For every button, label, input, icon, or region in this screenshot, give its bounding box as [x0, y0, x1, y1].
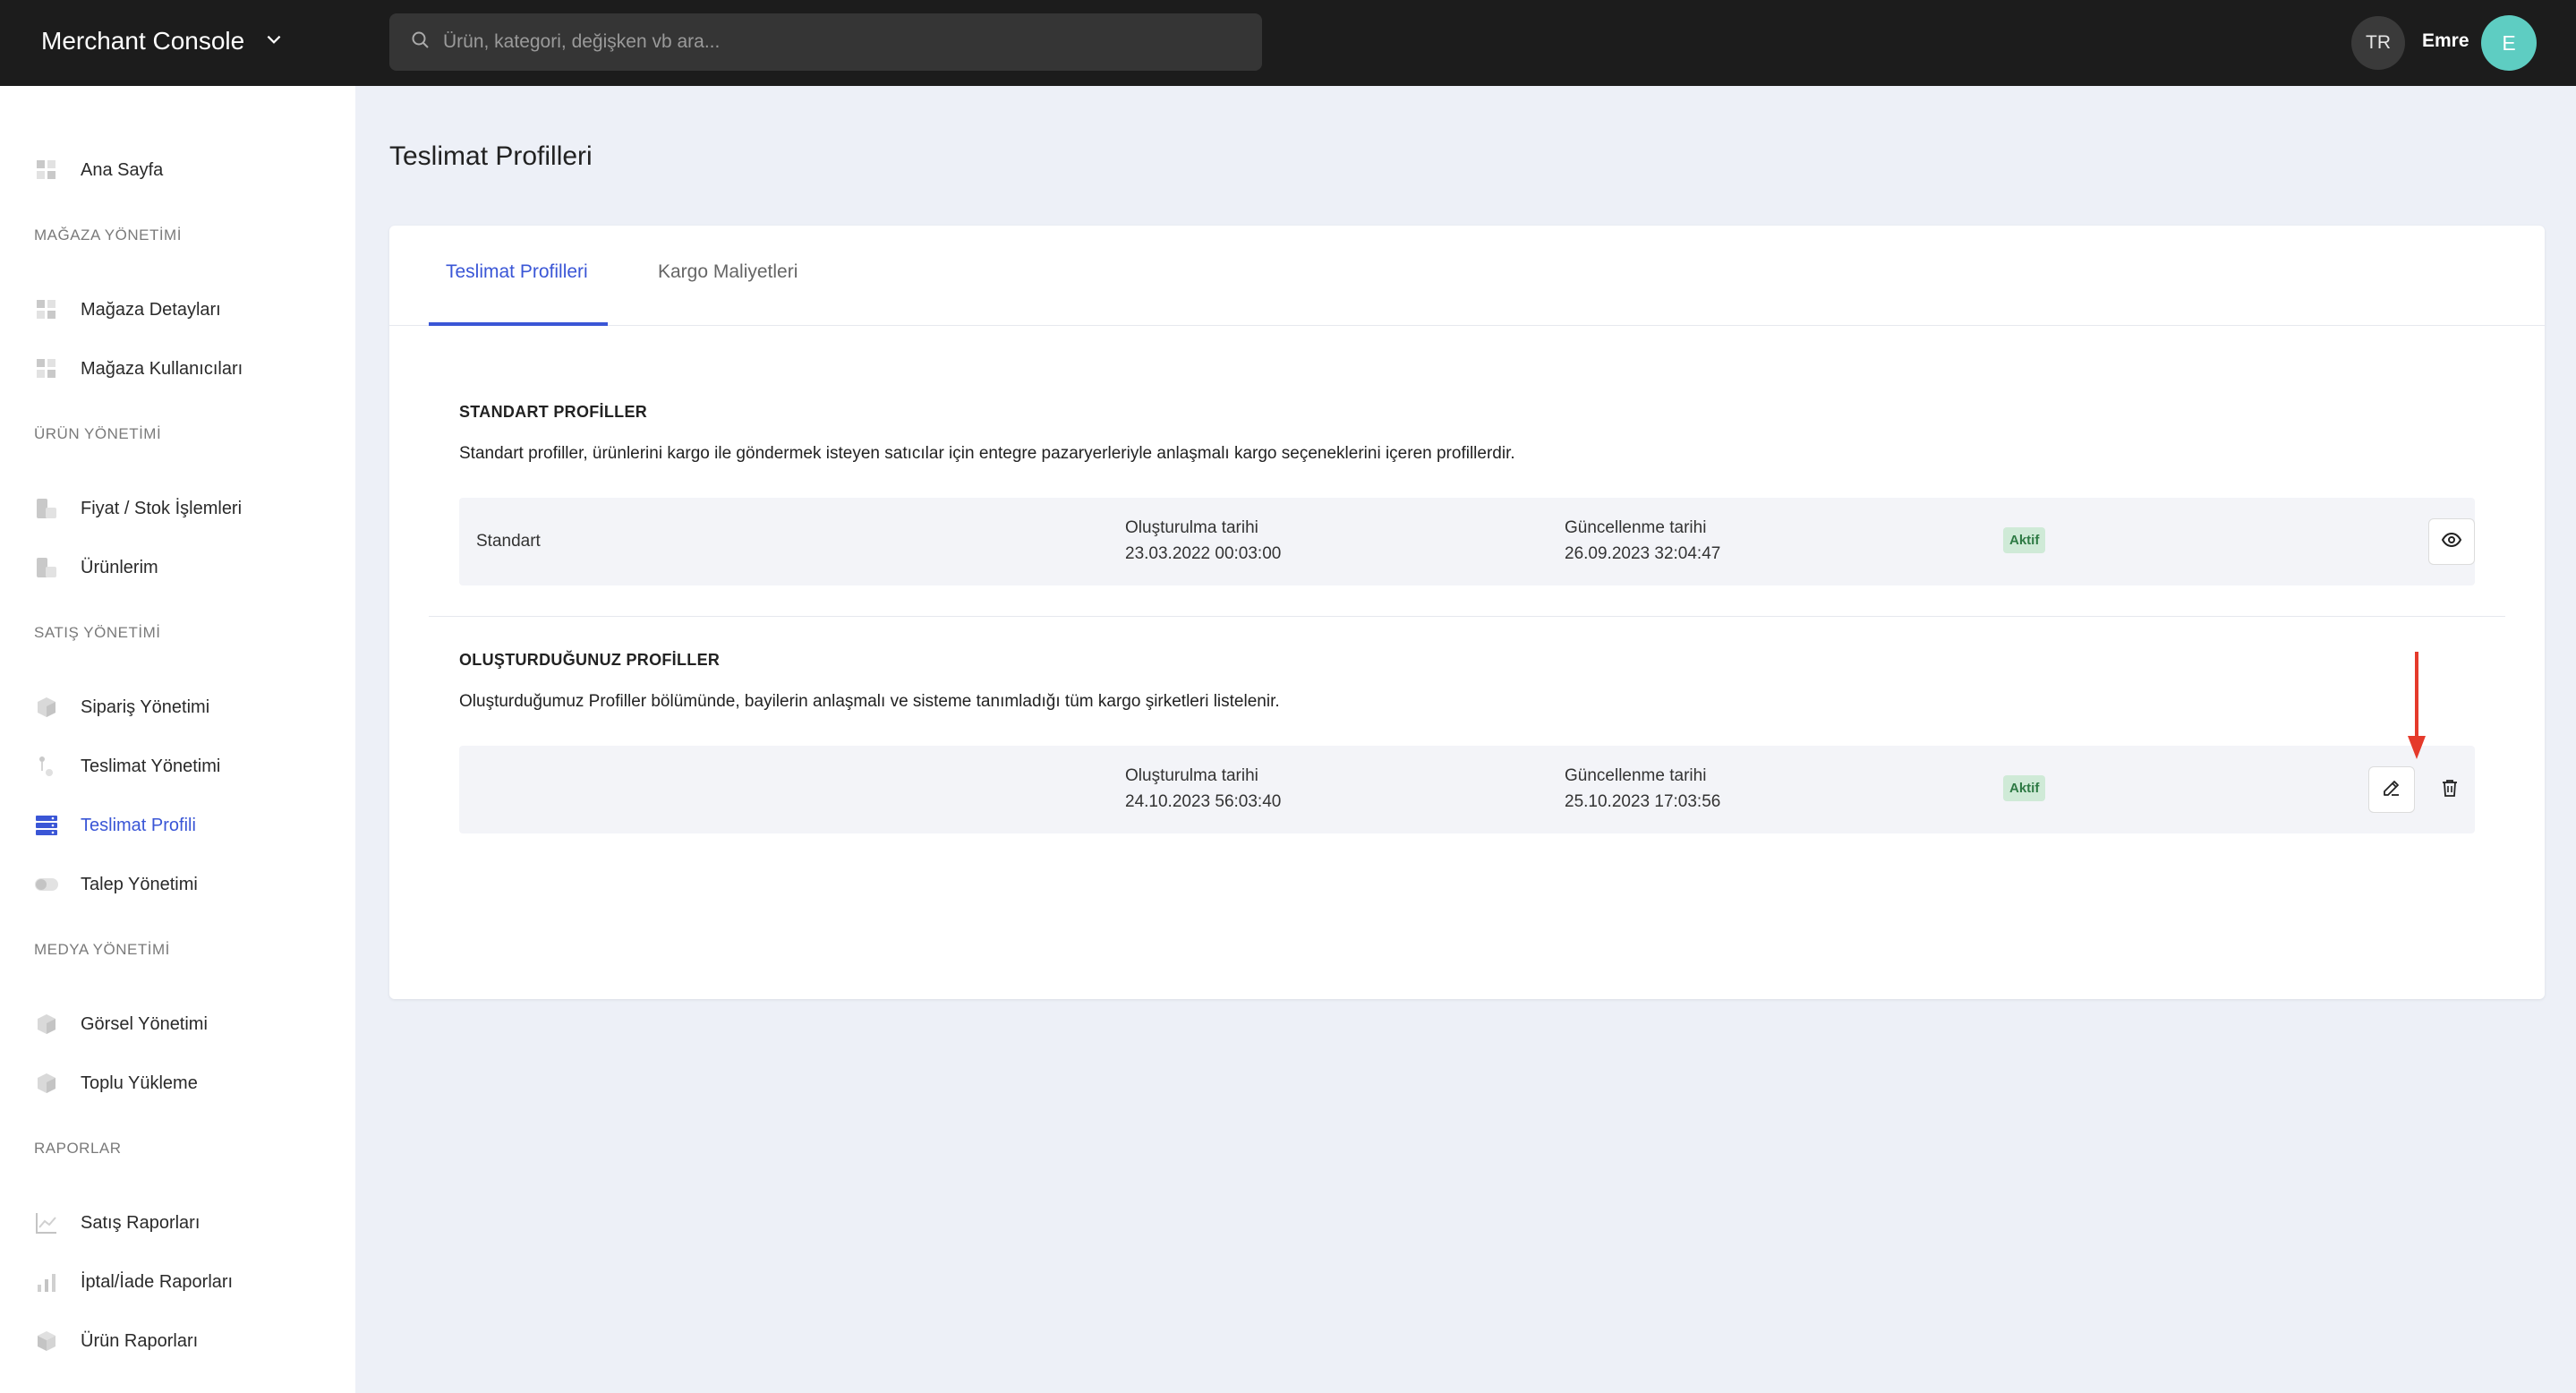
section-title-media: MEDYA YÖNETİMİ [34, 941, 170, 958]
page-title: Teslimat Profilleri [389, 141, 593, 171]
profile-name: Standart [476, 532, 541, 551]
edit-button[interactable] [2368, 766, 2415, 813]
status-badge: Aktif [2003, 775, 2046, 801]
sidebar-item-home[interactable]: Ana Sayfa [34, 152, 163, 188]
tag-icon [34, 496, 59, 521]
updated-date-label: Güncellenme tarihi [1565, 766, 1707, 785]
sidebar-item-images[interactable]: Görsel Yönetimi [34, 1006, 208, 1042]
search-icon [411, 30, 431, 55]
tab-cargo-costs[interactable]: Kargo Maliyetleri [658, 261, 798, 283]
created-date-label: Oluşturulma tarihi [1125, 766, 1258, 785]
app-switcher[interactable]: Merchant Console [41, 27, 284, 56]
standard-profile-row: Standart Oluşturulma tarihi 23.03.2022 0… [459, 498, 2475, 585]
sidebar-item-requests[interactable]: Talep Yönetimi [34, 867, 198, 902]
sidebar-item-label: Ürün Raporları [81, 1330, 199, 1351]
sidebar-item-label: Teslimat Yönetimi [81, 756, 221, 776]
toggle-icon [34, 872, 59, 897]
updated-date-value: 25.10.2023 17:03:56 [1565, 792, 1721, 811]
sidebar-item-label: Ürünlerim [81, 557, 158, 577]
sidebar-item-label: Talep Yönetimi [81, 874, 198, 894]
sidebar-item-price-stock[interactable]: Fiyat / Stok İşlemleri [34, 491, 242, 526]
box-icon [34, 695, 59, 720]
section-title-sales: SATIŞ YÖNETİMİ [34, 624, 161, 641]
status-badge: Aktif [2003, 527, 2046, 553]
sidebar-item-label: Ana Sayfa [81, 159, 164, 180]
sidebar-item-delivery-management[interactable]: Teslimat Yönetimi [34, 748, 220, 784]
sidebar-item-label: İptal/İade Raporları [81, 1271, 234, 1292]
trash-icon [2439, 777, 2461, 803]
tab-delivery-profiles[interactable]: Teslimat Profilleri [446, 261, 588, 283]
sidebar-item-orders[interactable]: Sipariş Yönetimi [34, 689, 209, 725]
edit-icon [2381, 777, 2402, 803]
sidebar-item-label: Mağaza Detayları [81, 299, 221, 320]
line-chart-icon [34, 1210, 59, 1235]
created-date-value: 23.03.2022 00:03:00 [1125, 544, 1282, 563]
updated-date-value: 26.09.2023 32:04:47 [1565, 544, 1721, 563]
sidebar-item-my-products[interactable]: Ürünlerim [34, 550, 158, 585]
updated-date-label: Güncellenme tarihi [1565, 518, 1707, 537]
sidebar-item-cancel-return-reports[interactable]: İptal/İade Raporları [34, 1264, 233, 1300]
delete-button[interactable] [2436, 776, 2463, 803]
tag-icon [34, 555, 59, 580]
standard-profiles-title: STANDART PROFİLLER [459, 403, 648, 421]
created-date-label: Oluşturulma tarihi [1125, 518, 1258, 537]
sidebar-item-label: Sipariş Yönetimi [81, 696, 210, 717]
chevron-down-icon [264, 27, 284, 56]
route-icon [34, 754, 59, 779]
server-icon [34, 813, 59, 838]
section-title-store: MAĞAZA YÖNETİMİ [34, 226, 182, 244]
sidebar-item-bulk-upload[interactable]: Toplu Yükleme [34, 1065, 198, 1101]
grid-icon [34, 297, 59, 322]
custom-profile-row: Oluşturulma tarihi 24.10.2023 56:03:40 G… [459, 746, 2475, 833]
standard-profiles-description: Standart profiller, ürünlerini kargo ile… [459, 444, 1515, 463]
sidebar-item-sales-reports[interactable]: Satış Raporları [34, 1205, 200, 1241]
grid-icon [34, 356, 59, 381]
top-bar: Merchant Console TR Emre E [0, 0, 2576, 86]
sidebar-item-label: Görsel Yönetimi [81, 1013, 208, 1034]
eye-icon [2441, 529, 2462, 555]
section-title-product: ÜRÜN YÖNETİMİ [34, 425, 162, 442]
section-title-reports: RAPORLAR [34, 1140, 122, 1157]
box-icon [34, 1071, 59, 1096]
sidebar-item-label: Fiyat / Stok İşlemleri [81, 498, 243, 518]
sidebar-item-label: Mağaza Kullanıcıları [81, 358, 243, 379]
created-date-value: 24.10.2023 56:03:40 [1125, 792, 1282, 811]
custom-profiles-title: OLUŞTURDUĞUNUZ PROFİLLER [459, 651, 721, 669]
annotation-arrow [2408, 652, 2426, 759]
active-tab-indicator [429, 322, 608, 326]
profiles-card: Teslimat Profilleri Kargo Maliyetleri ST… [389, 226, 2545, 999]
view-button[interactable] [2428, 518, 2475, 565]
avatar[interactable]: E [2481, 15, 2537, 71]
sidebar-item-delivery-profile[interactable]: Teslimat Profili [34, 808, 196, 843]
box-icon [34, 1012, 59, 1037]
search-input[interactable] [443, 31, 1249, 53]
cube-icon [34, 1329, 59, 1354]
sidebar-item-label: Teslimat Profili [81, 815, 196, 835]
grid-icon [34, 158, 59, 183]
app-title: Merchant Console [41, 27, 245, 55]
section-divider [429, 616, 2505, 617]
custom-profiles-description: Oluşturduğumuz Profiller bölümünde, bayi… [459, 692, 1280, 711]
sidebar-item-product-reports[interactable]: Ürün Raporları [34, 1323, 198, 1359]
tab-bar: Teslimat Profilleri Kargo Maliyetleri [389, 226, 2545, 326]
sidebar-item-label: Toplu Yükleme [81, 1073, 198, 1093]
sidebar-item-store-details[interactable]: Mağaza Detayları [34, 292, 221, 328]
user-name: Emre [2422, 30, 2469, 51]
sidebar-item-label: Satış Raporları [81, 1212, 200, 1233]
sidebar-item-store-users[interactable]: Mağaza Kullanıcıları [34, 351, 243, 387]
sidebar: Ana Sayfa MAĞAZA YÖNETİMİ Mağaza Detayla… [0, 86, 355, 1393]
bar-chart-icon [34, 1269, 59, 1295]
language-button[interactable]: TR [2351, 16, 2405, 70]
search-bar [389, 13, 1262, 71]
